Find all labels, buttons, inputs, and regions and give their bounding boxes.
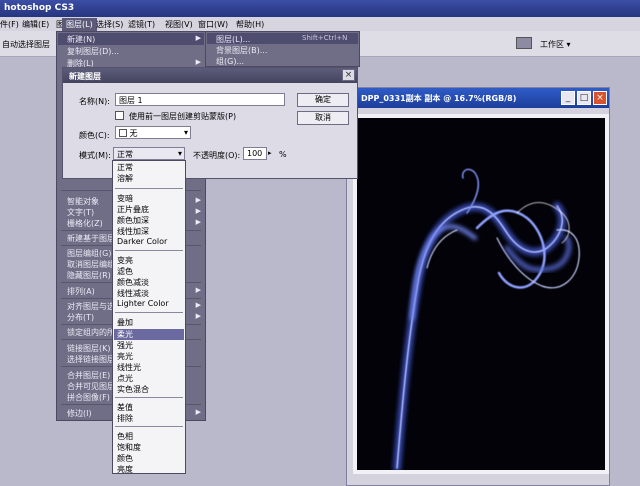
blend-mode-item[interactable]: 正片叠底	[117, 204, 149, 215]
blend-mode-item[interactable]: 颜色减淡	[117, 277, 149, 288]
workspace-button[interactable]: 工作区 ▾	[540, 39, 571, 50]
submenu-arrow-icon: ▶	[195, 312, 201, 320]
clip-checkbox-label: 使用前一图层创建剪贴蒙版(P)	[129, 112, 237, 121]
layer-menu-ungroup[interactable]: 取消图层编组	[67, 259, 115, 270]
mode-label: 模式(M):	[79, 151, 111, 160]
layer-menu-select-linked[interactable]: 选择链接图层	[67, 354, 115, 365]
auto-select-label[interactable]: 自动选择图层	[2, 39, 50, 50]
screen-mode-icon[interactable]	[516, 37, 532, 49]
opacity-slider-icon[interactable]: ▸	[268, 149, 272, 157]
menu-file[interactable]: 件(F)	[0, 19, 19, 30]
blend-mode-item[interactable]: 颜色	[117, 453, 133, 464]
color-select[interactable]: 无 ▾	[115, 126, 191, 139]
blend-mode-item[interactable]: Darker Color	[117, 237, 167, 246]
blend-mode-item[interactable]: 亮光	[117, 351, 133, 362]
new-background-layer-item[interactable]: 背景图层(B)...	[216, 45, 267, 56]
layer-menu-new[interactable]: 新建(N)	[67, 34, 95, 45]
new-layer-shortcut: Shift+Ctrl+N	[302, 34, 348, 42]
new-group-item[interactable]: 组(G)...	[216, 56, 244, 67]
dialog-title[interactable]: 新建图层	[63, 68, 357, 83]
color-label: 颜色(C):	[79, 131, 110, 140]
new-layer-item[interactable]: 图层(L)...	[216, 34, 250, 45]
submenu-arrow-icon: ▶	[195, 34, 201, 42]
mode-select-value: 正常	[117, 150, 133, 159]
layer-menu-merge[interactable]: 合并图层(E)	[67, 370, 110, 381]
blend-mode-item[interactable]: 变亮	[117, 255, 133, 266]
layer-menu-merge-visible[interactable]: 合并可见图层	[67, 381, 115, 392]
chevron-down-icon: ▾	[177, 149, 182, 158]
menu-layer[interactable]: 图层(L)	[62, 18, 97, 31]
menu-select[interactable]: 选择(S)	[96, 19, 123, 30]
blend-mode-item[interactable]: 排除	[117, 413, 133, 424]
layer-menu-matting[interactable]: 修边(I)	[67, 408, 92, 419]
blend-mode-item[interactable]: Lighter Color	[117, 299, 169, 308]
maximize-icon[interactable]: □	[577, 91, 591, 105]
submenu-arrow-icon: ▶	[195, 218, 201, 226]
blend-mode-item[interactable]: 色相	[117, 431, 133, 442]
name-input[interactable]: 图层 1	[115, 93, 285, 106]
blend-mode-item[interactable]: 溶解	[117, 173, 133, 184]
menu-help[interactable]: 帮助(H)	[236, 19, 264, 30]
opacity-unit: %	[279, 150, 287, 159]
close-icon[interactable]: ×	[342, 69, 355, 81]
menu-filter[interactable]: 滤镜(T)	[128, 19, 155, 30]
app-title-bar: hotoshop CS3	[0, 0, 640, 17]
image-canvas[interactable]	[357, 118, 605, 470]
layer-menu-rasterize[interactable]: 栅格化(Z)	[67, 218, 103, 229]
submenu-arrow-icon: ▶	[195, 196, 201, 204]
blend-mode-list: 正常 溶解 变暗 正片叠底 颜色加深 线性加深 Darker Color 变亮 …	[112, 160, 186, 474]
opacity-input[interactable]: 100	[243, 147, 267, 160]
layer-menu-type[interactable]: 文字(T)	[67, 207, 94, 218]
new-submenu: 图层(L)... Shift+Ctrl+N 背景图层(B)... 组(G)...	[205, 31, 360, 67]
new-layer-dialog: 新建图层 × 名称(N): 图层 1 使用前一图层创建剪贴蒙版(P) 颜色(C)…	[62, 67, 358, 179]
blend-mode-item-soft-light[interactable]: 柔光	[117, 329, 133, 340]
layer-menu-duplicate[interactable]: 复制图层(D)...	[67, 46, 119, 57]
submenu-arrow-icon: ▶	[195, 207, 201, 215]
app-title: hotoshop CS3	[4, 3, 75, 13]
ok-button[interactable]: 确定	[297, 93, 349, 107]
layer-menu-arrange[interactable]: 排列(A)	[67, 286, 95, 297]
minimize-icon[interactable]: _	[561, 91, 575, 105]
submenu-arrow-icon: ▶	[195, 58, 201, 66]
blend-mode-item[interactable]: 变暗	[117, 193, 133, 204]
blend-mode-item[interactable]: 点光	[117, 373, 133, 384]
blend-mode-item[interactable]: 颜色加深	[117, 215, 149, 226]
chevron-down-icon: ▾	[183, 128, 188, 137]
clip-checkbox[interactable]	[115, 111, 124, 120]
blend-mode-item[interactable]: 亮度	[117, 464, 133, 475]
close-icon[interactable]: ×	[593, 91, 607, 105]
blend-mode-item[interactable]: 叠加	[117, 317, 133, 328]
blend-mode-item[interactable]: 线性光	[117, 362, 141, 373]
submenu-arrow-icon: ▶	[195, 301, 201, 309]
layer-menu-group[interactable]: 图层编组(G)	[67, 248, 111, 259]
blend-mode-item[interactable]: 滤色	[117, 266, 133, 277]
blend-mode-item[interactable]: 正常	[117, 162, 133, 173]
document-window[interactable]: DPP_0331副本 副本 @ 16.7%(RGB/8) _ □ ×	[346, 87, 610, 486]
color-swatch-icon	[119, 129, 127, 137]
blend-mode-item[interactable]: 线性减淡	[117, 288, 149, 299]
cancel-button[interactable]: 取消	[297, 111, 349, 125]
menu-view[interactable]: 视图(V)	[165, 19, 193, 30]
color-select-value: 无	[129, 129, 138, 138]
menu-window[interactable]: 窗口(W)	[198, 19, 228, 30]
menu-edit[interactable]: 编辑(E)	[22, 19, 49, 30]
blend-mode-item[interactable]: 实色混合	[117, 384, 149, 395]
mode-select[interactable]: 正常 ▾	[113, 147, 185, 160]
layer-menu-flatten[interactable]: 拼合图像(F)	[67, 392, 110, 403]
layer-menu-link[interactable]: 链接图层(K)	[67, 343, 111, 354]
name-label: 名称(N):	[79, 97, 110, 106]
layer-menu-smart-object[interactable]: 智能对象	[67, 196, 99, 207]
blend-mode-item[interactable]: 线性加深	[117, 226, 149, 237]
opacity-label: 不透明度(O):	[193, 151, 241, 160]
blend-mode-item[interactable]: 饱和度	[117, 442, 141, 453]
layer-menu-hide[interactable]: 隐藏图层(R)	[67, 270, 111, 281]
submenu-arrow-icon: ▶	[195, 286, 201, 294]
layer-menu-distribute[interactable]: 分布(T)	[67, 312, 94, 323]
menu-bar: 件(F) 编辑(E) 图像(I) 图层(L) 选择(S) 滤镜(T) 视图(V)…	[0, 17, 640, 31]
smoke-image	[393, 168, 580, 470]
blend-mode-item[interactable]: 差值	[117, 402, 133, 413]
submenu-arrow-icon: ▶	[195, 408, 201, 416]
blend-mode-item[interactable]: 强光	[117, 340, 133, 351]
